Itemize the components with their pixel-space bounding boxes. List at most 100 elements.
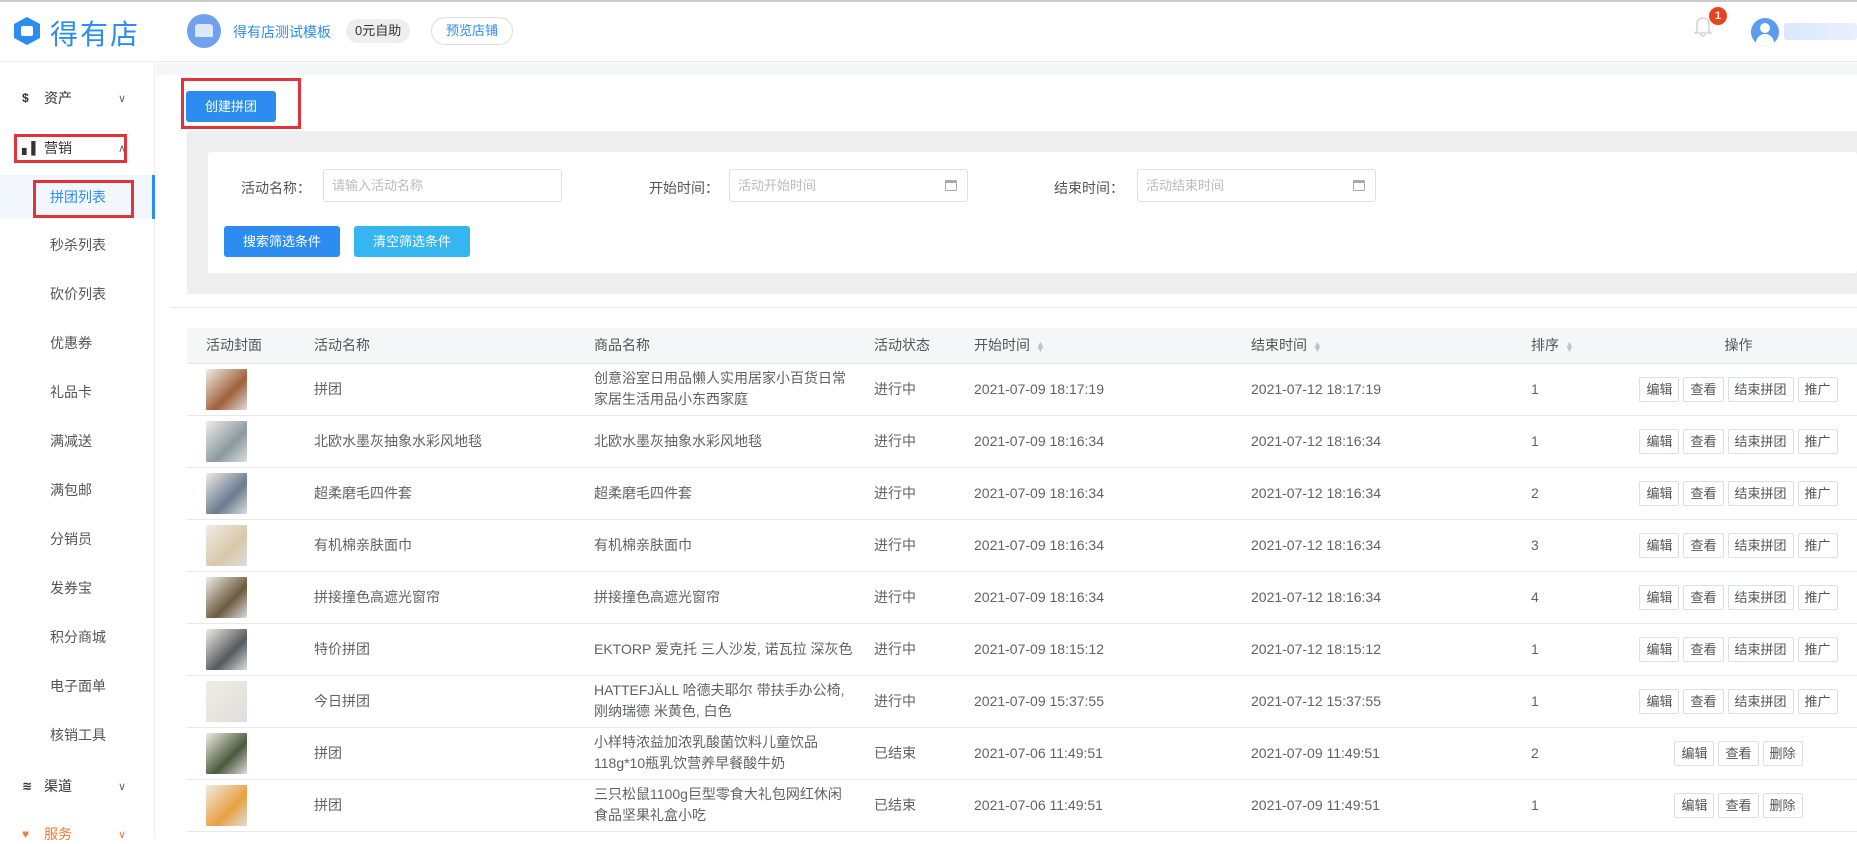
sidebar-item-distributor[interactable]: 分销员 bbox=[0, 517, 155, 561]
product-name-cell: 拼接撞色高遮光窗帘 bbox=[575, 571, 855, 624]
heart-icon: ♥ bbox=[22, 827, 30, 841]
store-name[interactable]: 得有店测试模板 bbox=[233, 22, 331, 42]
actions-cell: 编辑 查看 结束拼团 推广 bbox=[1620, 415, 1857, 468]
view-button[interactable]: 查看 bbox=[1683, 636, 1724, 662]
create-group-buy-button[interactable]: 创建拼团 bbox=[186, 91, 276, 122]
start-time-label: 开始时间： bbox=[649, 180, 719, 196]
delete-button[interactable]: 删除 bbox=[1762, 740, 1803, 766]
sort-cell: 4 bbox=[1512, 571, 1620, 624]
sidebar-group-services[interactable]: ♥ 服务 ∨ bbox=[22, 824, 126, 844]
view-button[interactable]: 查看 bbox=[1683, 584, 1724, 610]
promote-button[interactable]: 推广 bbox=[1797, 532, 1838, 558]
promote-button[interactable]: 推广 bbox=[1797, 636, 1838, 662]
cover-thumbnail bbox=[206, 472, 247, 514]
start-time-cell: 2021-07-09 18:16:34 bbox=[955, 519, 1232, 572]
promote-button[interactable]: 推广 bbox=[1797, 428, 1838, 454]
edit-button[interactable]: 编辑 bbox=[1639, 376, 1680, 402]
delete-button[interactable]: 删除 bbox=[1762, 792, 1803, 818]
end-group-buy-button[interactable]: 结束拼团 bbox=[1727, 636, 1794, 662]
end-group-buy-button[interactable]: 结束拼团 bbox=[1727, 532, 1794, 558]
promote-button[interactable]: 推广 bbox=[1797, 480, 1838, 506]
status-cell: 已结束 bbox=[855, 779, 955, 832]
actions-cell: 编辑 查看 删除 bbox=[1620, 727, 1857, 780]
actions-cell: 编辑 查看 结束拼团 推广 bbox=[1620, 363, 1857, 416]
store-avatar-icon bbox=[187, 14, 221, 48]
sidebar-item-discount[interactable]: 满减送 bbox=[0, 419, 155, 463]
col-status: 活动状态 bbox=[855, 328, 955, 364]
sidebar-item-points-mall[interactable]: 积分商城 bbox=[0, 615, 155, 659]
activity-name-input[interactable]: 请输入活动名称 bbox=[323, 169, 562, 202]
sidebar-item-verification[interactable]: 核销工具 bbox=[0, 713, 155, 757]
end-group-buy-button[interactable]: 结束拼团 bbox=[1727, 584, 1794, 610]
col-end-time[interactable]: 结束时间 ▲ ▼ bbox=[1232, 328, 1512, 364]
edit-button[interactable]: 编辑 bbox=[1639, 688, 1680, 714]
actions-cell: 编辑 查看 结束拼团 推广 bbox=[1620, 571, 1857, 624]
view-button[interactable]: 查看 bbox=[1683, 532, 1724, 558]
sort-icon[interactable]: ▲ ▼ bbox=[1036, 339, 1045, 353]
table-header: 活动封面 活动名称 商品名称 活动状态 开始时间 ▲ ▼ 结束时间 ▲ ▼ 排序 ▲ ▼ 操… bbox=[187, 328, 1857, 364]
sidebar-item-flash-sale[interactable]: 秒杀列表 bbox=[0, 223, 155, 267]
end-time-input[interactable]: 活动结束时间 bbox=[1137, 169, 1376, 202]
edit-button[interactable]: 编辑 bbox=[1639, 480, 1680, 506]
cover-cell bbox=[187, 519, 295, 572]
sort-icon[interactable]: ▲ ▼ bbox=[1565, 339, 1574, 353]
view-button[interactable]: 查看 bbox=[1683, 688, 1724, 714]
col-activity-name: 活动名称 bbox=[295, 328, 575, 364]
notification-badge: 1 bbox=[1709, 7, 1727, 25]
end-time-cell: 2021-07-12 18:16:34 bbox=[1232, 467, 1512, 520]
promote-button[interactable]: 推广 bbox=[1797, 376, 1838, 402]
highlight-box bbox=[33, 180, 134, 218]
content-top-strip bbox=[156, 63, 1857, 75]
sidebar-item-e-waybill[interactable]: 电子面单 bbox=[0, 664, 155, 708]
view-button[interactable]: 查看 bbox=[1683, 376, 1724, 402]
sidebar-group-assets[interactable]: $ 资产 ∨ bbox=[22, 88, 126, 108]
edit-button[interactable]: 编辑 bbox=[1674, 792, 1715, 818]
sidebar-item-coupon-tool[interactable]: 发券宝 bbox=[0, 566, 155, 610]
promote-button[interactable]: 推广 bbox=[1797, 584, 1838, 610]
product-name-cell: HATTEFJÄLL 哈德夫耶尔 带扶手办公椅, 刚纳瑞德 米黄色, 白色 bbox=[575, 675, 855, 728]
cover-cell bbox=[187, 571, 295, 624]
view-button[interactable]: 查看 bbox=[1718, 740, 1759, 766]
actions-cell: 编辑 查看 结束拼团 推广 bbox=[1620, 675, 1857, 728]
end-group-buy-button[interactable]: 结束拼团 bbox=[1727, 688, 1794, 714]
col-start-time[interactable]: 开始时间 ▲ ▼ bbox=[955, 328, 1232, 364]
search-button[interactable]: 搜索筛选条件 bbox=[224, 226, 340, 257]
view-button[interactable]: 查看 bbox=[1683, 480, 1724, 506]
promote-button[interactable]: 推广 bbox=[1797, 688, 1838, 714]
sort-icon[interactable]: ▲ ▼ bbox=[1313, 339, 1322, 353]
col-sort[interactable]: 排序 ▲ ▼ bbox=[1512, 328, 1620, 364]
sidebar-item-free-shipping[interactable]: 满包邮 bbox=[0, 468, 155, 512]
col-product-name: 商品名称 bbox=[575, 328, 855, 364]
sidebar-item-coupons[interactable]: 优惠券 bbox=[0, 321, 155, 365]
start-time-cell: 2021-07-09 18:15:12 bbox=[955, 623, 1232, 676]
edit-button[interactable]: 编辑 bbox=[1639, 532, 1680, 558]
start-time-cell: 2021-07-09 15:37:55 bbox=[955, 675, 1232, 728]
logo-text[interactable]: 得有店 bbox=[50, 13, 140, 53]
clear-filters-button[interactable]: 清空筛选条件 bbox=[354, 226, 470, 257]
product-name-cell: 三只松鼠1100g巨型零食大礼包网红休闲食品坚果礼盒小吃 bbox=[575, 779, 855, 832]
dollar-icon: $ bbox=[22, 91, 29, 105]
end-group-buy-button[interactable]: 结束拼团 bbox=[1727, 480, 1794, 506]
chevron-down-icon: ∨ bbox=[117, 92, 126, 105]
edit-button[interactable]: 编辑 bbox=[1639, 636, 1680, 662]
user-avatar-icon[interactable] bbox=[1751, 18, 1779, 46]
sidebar-group-channels[interactable]: ≋ 渠道 ∨ bbox=[22, 776, 126, 796]
preview-store-button[interactable]: 预览店铺 bbox=[431, 17, 514, 45]
sidebar-item-bargain[interactable]: 砍价列表 bbox=[0, 272, 155, 316]
divider bbox=[172, 307, 1857, 308]
user-name-redacted[interactable] bbox=[1784, 23, 1857, 40]
start-time-cell: 2021-07-06 11:49:51 bbox=[955, 779, 1232, 832]
start-time-input[interactable]: 活动开始时间 bbox=[729, 169, 968, 202]
cover-thumbnail bbox=[206, 420, 247, 462]
product-name-cell: EKTORP 爱克托 三人沙发, 诺瓦拉 深灰色 bbox=[575, 623, 855, 676]
end-group-buy-button[interactable]: 结束拼团 bbox=[1727, 376, 1794, 402]
edit-button[interactable]: 编辑 bbox=[1639, 584, 1680, 610]
product-name-cell: 超柔磨毛四件套 bbox=[575, 467, 855, 520]
status-cell: 已结束 bbox=[855, 727, 955, 780]
end-group-buy-button[interactable]: 结束拼团 bbox=[1727, 428, 1794, 454]
sidebar-item-gift-card[interactable]: 礼品卡 bbox=[0, 370, 155, 414]
view-button[interactable]: 查看 bbox=[1683, 428, 1724, 454]
view-button[interactable]: 查看 bbox=[1718, 792, 1759, 818]
edit-button[interactable]: 编辑 bbox=[1674, 740, 1715, 766]
edit-button[interactable]: 编辑 bbox=[1639, 428, 1680, 454]
